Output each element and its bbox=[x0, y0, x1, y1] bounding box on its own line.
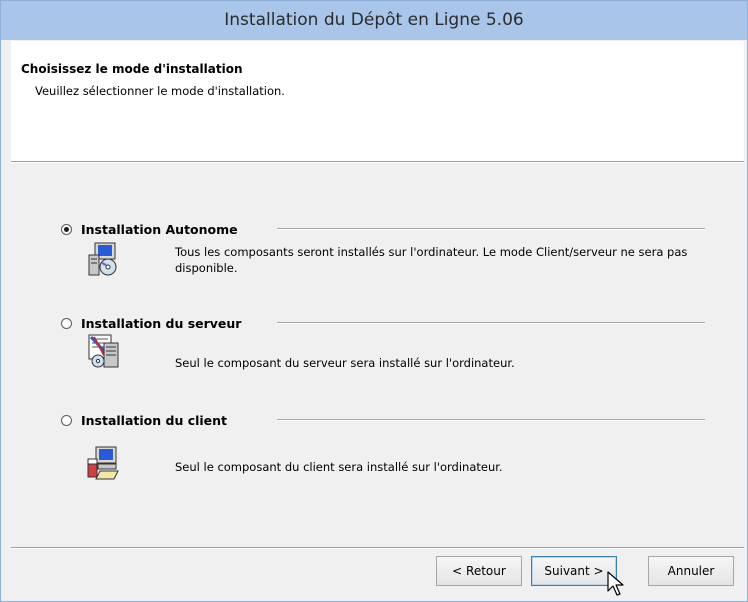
option-server[interactable]: Installation du serveur bbox=[61, 315, 241, 331]
option-server-description: Seul le composant du serveur sera instal… bbox=[175, 356, 515, 370]
footer-divider-highlight bbox=[11, 548, 744, 549]
window-title: Installation du Dépôt en Ligne 5.06 bbox=[224, 10, 524, 30]
wizard-header: Choisissez le mode d'installation Veuill… bbox=[11, 41, 744, 161]
option-client-rule bbox=[277, 419, 705, 421]
radio-standalone[interactable] bbox=[61, 223, 72, 235]
cancel-button[interactable]: Annuler bbox=[648, 556, 734, 586]
radio-client[interactable] bbox=[61, 414, 72, 426]
option-client[interactable]: Installation du client bbox=[61, 412, 227, 428]
back-button[interactable]: < Retour bbox=[436, 556, 522, 586]
option-client-description: Seul le composant du client sera install… bbox=[175, 460, 503, 474]
option-standalone-rule bbox=[277, 228, 705, 230]
client-computer-icon bbox=[86, 445, 122, 481]
option-standalone-label[interactable]: Installation Autonome bbox=[81, 222, 238, 237]
option-server-label[interactable]: Installation du serveur bbox=[81, 316, 241, 331]
option-standalone[interactable]: Installation Autonome bbox=[61, 221, 238, 237]
header-subtitle: Veuillez sélectionner le mode d'installa… bbox=[35, 84, 285, 98]
server-document-icon bbox=[86, 333, 122, 369]
option-server-rule bbox=[277, 322, 705, 324]
option-standalone-description: Tous les composants seront installés sur… bbox=[175, 245, 688, 275]
install-mode-panel: Installation Autonome Tous les composant… bbox=[11, 163, 744, 547]
header-title: Choisissez le mode d'installation bbox=[21, 62, 243, 76]
standalone-computer-cd-icon bbox=[86, 241, 122, 277]
title-bar[interactable]: Installation du Dépôt en Ligne 5.06 bbox=[1, 1, 747, 40]
next-button[interactable]: Suivant > bbox=[531, 556, 617, 586]
option-client-label[interactable]: Installation du client bbox=[81, 413, 227, 428]
radio-server[interactable] bbox=[61, 317, 72, 329]
mouse-pointer-icon bbox=[607, 571, 624, 596]
installer-window: Installation du Dépôt en Ligne 5.06 Choi… bbox=[0, 0, 748, 602]
